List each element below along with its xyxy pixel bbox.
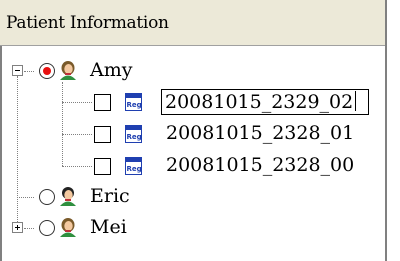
patient-person-icon — [60, 187, 76, 206]
patient-name[interactable]: Mei — [90, 216, 127, 238]
panel-header: Patient Information — [0, 0, 400, 46]
panel-right-strip — [387, 0, 400, 261]
tree-connector-root — [17, 76, 18, 228]
registration-checkbox[interactable] — [94, 94, 111, 111]
patient-information-panel: Patient Information Amy Reg 20081015_232… — [0, 0, 400, 261]
registration-checkbox[interactable] — [94, 126, 111, 143]
patient-person-icon — [60, 218, 76, 237]
plus-box-icon[interactable] — [12, 222, 23, 233]
patient-radio[interactable] — [39, 189, 55, 205]
patient-radio[interactable] — [39, 220, 55, 236]
tree-connector-reg-1 — [62, 102, 92, 103]
reg-document-icon: Reg — [125, 157, 142, 175]
minus-box-icon[interactable] — [12, 65, 23, 76]
tree-connector-reg-3 — [62, 166, 92, 167]
registration-checkbox[interactable] — [94, 158, 111, 175]
patient-person-icon — [60, 61, 76, 80]
reg-document-icon: Reg — [125, 93, 142, 111]
tree-connector-amy-children — [62, 82, 63, 166]
reg-icon-text: Reg — [127, 165, 142, 173]
registration-id[interactable]: 20081015_2328_00 — [166, 154, 354, 176]
panel-title: Patient Information — [6, 13, 169, 33]
tree-connector-amy — [24, 71, 34, 72]
registration-id[interactable]: 20081015_2328_01 — [166, 122, 354, 144]
reg-document-icon: Reg — [125, 125, 142, 143]
reg-icon-text: Reg — [127, 101, 142, 109]
registration-rename-field[interactable]: 20081015_2329_02 — [161, 89, 369, 115]
tree-connector-mei — [24, 228, 34, 229]
registration-id: 20081015_2329_02 — [165, 91, 354, 113]
panel-left-border — [0, 46, 2, 261]
patient-name[interactable]: Eric — [90, 185, 130, 207]
patient-name[interactable]: Amy — [90, 59, 132, 81]
text-caret — [355, 91, 357, 111]
tree-connector-reg-2 — [62, 134, 92, 135]
reg-icon-text: Reg — [127, 133, 142, 141]
patient-radio-selected[interactable] — [39, 63, 55, 79]
tree-connector-eric — [17, 197, 34, 198]
